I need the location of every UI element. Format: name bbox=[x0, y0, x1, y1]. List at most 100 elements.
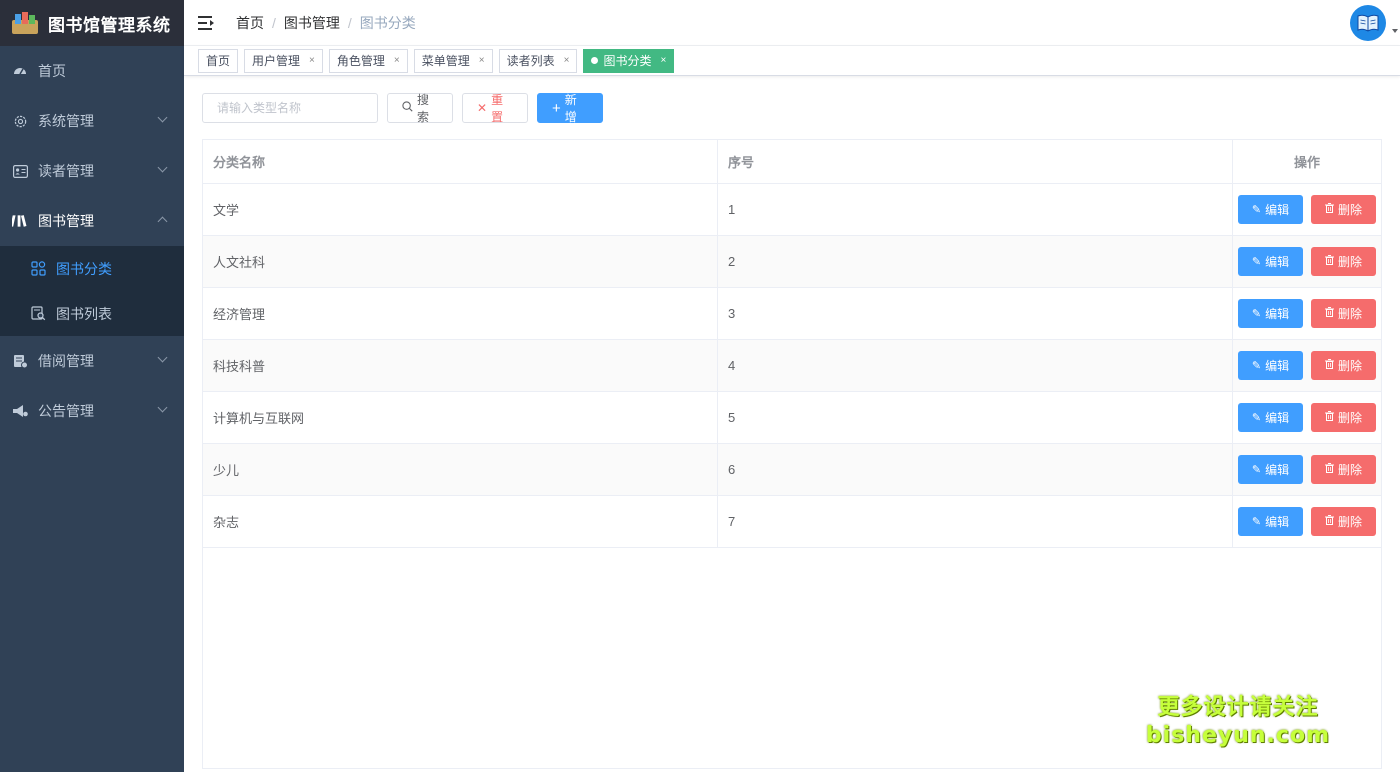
edit-icon: ✎ bbox=[1251, 204, 1262, 216]
edit-icon: ✎ bbox=[1251, 412, 1262, 424]
table-row[interactable]: 科技科普 4 ✎ 编辑 删除 bbox=[203, 340, 1381, 392]
edit-button[interactable]: ✎ 编辑 bbox=[1238, 247, 1303, 276]
button-label: 删除 bbox=[1337, 515, 1362, 529]
button-label: 编辑 bbox=[1265, 411, 1290, 425]
tag-home[interactable]: 首页 bbox=[198, 48, 239, 73]
list-search-icon bbox=[30, 306, 46, 322]
breadcrumb-home[interactable]: 首页 bbox=[236, 13, 264, 33]
table-row[interactable]: 人文社科 2 ✎ 编辑 删除 bbox=[203, 236, 1381, 288]
sidebar-item-books[interactable]: 图书管理 bbox=[0, 196, 184, 246]
delete-button[interactable]: 删除 bbox=[1311, 195, 1376, 224]
cell-order: 2 bbox=[718, 236, 1233, 287]
tag-label: 角色管理 bbox=[336, 54, 385, 68]
trash-icon bbox=[1324, 515, 1334, 528]
breadcrumb-books[interactable]: 图书管理 bbox=[284, 13, 340, 33]
cell-category-name: 计算机与互联网 bbox=[203, 392, 718, 443]
tag-label: 用户管理 bbox=[252, 54, 301, 68]
close-icon[interactable]: × bbox=[564, 55, 570, 66]
edit-icon: ✎ bbox=[1251, 464, 1262, 476]
button-label: 编辑 bbox=[1265, 359, 1290, 373]
delete-button[interactable]: 删除 bbox=[1311, 299, 1376, 328]
trash-icon bbox=[1324, 411, 1334, 424]
watermark-line: 更多设计请关注 bbox=[1157, 695, 1319, 720]
borrow-icon bbox=[12, 353, 28, 369]
button-label: 编辑 bbox=[1265, 203, 1290, 217]
sidebar-item-book-category[interactable]: 图书分类 bbox=[0, 246, 184, 291]
column-header-name[interactable]: 分类名称 bbox=[203, 140, 718, 183]
table-row[interactable]: 杂志 7 ✎ 编辑 删除 bbox=[203, 496, 1381, 548]
delete-button[interactable]: 删除 bbox=[1311, 455, 1376, 484]
edit-button[interactable]: ✎ 编辑 bbox=[1238, 351, 1303, 380]
delete-button[interactable]: 删除 bbox=[1311, 247, 1376, 276]
delete-button[interactable]: 删除 bbox=[1311, 507, 1376, 536]
hamburger-icon[interactable] bbox=[198, 15, 216, 30]
add-button[interactable]: + 新增 bbox=[537, 93, 603, 124]
caret-down-icon[interactable] bbox=[1392, 29, 1398, 33]
sidebar-item-book-list[interactable]: 图书列表 bbox=[0, 291, 184, 336]
table-body: 文学 1 ✎ 编辑 删除 人文社科 2 ✎ 编辑 删除 经济管理 3 ✎ 编辑 删除 科技科普 4 ✎ 编辑 删除 计算… bbox=[203, 184, 1381, 548]
button-label: 删除 bbox=[1337, 463, 1362, 477]
sidebar-item-announcement[interactable]: 公告管理 bbox=[0, 386, 184, 436]
search-toolbar: 搜索 ✕ 重置 + 新增 bbox=[202, 93, 603, 124]
tag-menu-management[interactable]: 菜单管理 × bbox=[413, 48, 493, 73]
edit-button[interactable]: ✎ 编辑 bbox=[1238, 403, 1303, 432]
main-area: 首页 / 图书管理 / 图书分类 首页 用户管理 × 角色管理 × 菜单管理 ×… bbox=[184, 0, 1400, 772]
trash-icon bbox=[1324, 463, 1334, 476]
button-label: 删除 bbox=[1337, 255, 1362, 269]
button-label: 编辑 bbox=[1265, 515, 1290, 529]
sidebar: 图书馆管理系统 首页 系统管理 读者管理 图书管理 图书分类 图书列表 借阅管理… bbox=[0, 0, 184, 772]
table-row[interactable]: 少儿 6 ✎ 编辑 删除 bbox=[203, 444, 1381, 496]
table-row[interactable]: 经济管理 3 ✎ 编辑 删除 bbox=[203, 288, 1381, 340]
open-book-icon bbox=[1357, 14, 1379, 32]
edit-button[interactable]: ✎ 编辑 bbox=[1238, 455, 1303, 484]
cell-actions: ✎ 编辑 删除 bbox=[1233, 496, 1381, 547]
cell-actions: ✎ 编辑 删除 bbox=[1233, 340, 1381, 391]
breadcrumb-separator: / bbox=[347, 14, 352, 31]
button-label: 删除 bbox=[1337, 359, 1362, 373]
watermark-url: bisheyun.com bbox=[1145, 723, 1330, 748]
edit-button[interactable]: ✎ 编辑 bbox=[1238, 507, 1303, 536]
tag-user-management[interactable]: 用户管理 × bbox=[244, 48, 323, 73]
close-icon[interactable]: × bbox=[394, 55, 400, 66]
close-icon[interactable]: × bbox=[309, 55, 315, 66]
sidebar-item-home[interactable]: 首页 bbox=[0, 46, 184, 96]
edit-icon: ✎ bbox=[1251, 516, 1262, 528]
category-table: 分类名称 序号 操作 文学 1 ✎ 编辑 删除 人文社科 2 ✎ 编辑 删除 经济管理 3 ✎ 编辑 删除科… bbox=[202, 139, 1382, 769]
sidebar-item-label: 公告管理 bbox=[38, 403, 94, 419]
breadcrumb-current: 图书分类 bbox=[359, 14, 416, 31]
table-row[interactable]: 计算机与互联网 5 ✎ 编辑 删除 bbox=[203, 392, 1381, 444]
cell-actions: ✎ 编辑 删除 bbox=[1233, 444, 1381, 495]
column-header-order[interactable]: 序号 bbox=[718, 140, 1233, 183]
category-grid-icon bbox=[30, 261, 46, 277]
button-label: 编辑 bbox=[1265, 307, 1290, 321]
reset-button[interactable]: ✕ 重置 bbox=[462, 93, 528, 124]
close-icon[interactable]: × bbox=[660, 55, 666, 66]
sidebar-item-borrow[interactable]: 借阅管理 bbox=[0, 336, 184, 386]
logo-area[interactable]: 图书馆管理系统 bbox=[0, 0, 184, 46]
sidebar-item-system[interactable]: 系统管理 bbox=[0, 96, 184, 146]
edit-button[interactable]: ✎ 编辑 bbox=[1238, 195, 1303, 224]
search-button[interactable]: 搜索 bbox=[387, 93, 453, 124]
sidebar-item-label: 图书列表 bbox=[56, 305, 112, 322]
tag-label: 图书分类 bbox=[603, 54, 652, 68]
cell-order: 4 bbox=[718, 340, 1233, 391]
app-title: 图书馆管理系统 bbox=[48, 15, 171, 35]
chevron-down-icon bbox=[157, 352, 168, 363]
id-card-icon bbox=[12, 163, 28, 179]
cell-category-name: 杂志 bbox=[203, 496, 718, 547]
cell-category-name: 科技科普 bbox=[203, 340, 718, 391]
avatar[interactable] bbox=[1350, 5, 1386, 41]
breadcrumb: 首页 / 图书管理 / 图书分类 bbox=[236, 13, 416, 33]
tag-book-category[interactable]: 图书分类 × bbox=[583, 48, 675, 73]
search-input[interactable] bbox=[202, 93, 378, 123]
close-icon[interactable]: × bbox=[479, 55, 485, 66]
sidebar-item-readers[interactable]: 读者管理 bbox=[0, 146, 184, 196]
books-submenu: 图书分类 图书列表 bbox=[0, 246, 184, 336]
edit-button[interactable]: ✎ 编辑 bbox=[1238, 299, 1303, 328]
button-label: 新增 bbox=[564, 93, 577, 124]
tag-role-management[interactable]: 角色管理 × bbox=[328, 48, 408, 73]
tag-reader-list[interactable]: 读者列表 × bbox=[498, 48, 578, 73]
table-row[interactable]: 文学 1 ✎ 编辑 删除 bbox=[203, 184, 1381, 236]
delete-button[interactable]: 删除 bbox=[1311, 403, 1376, 432]
delete-button[interactable]: 删除 bbox=[1311, 351, 1376, 380]
